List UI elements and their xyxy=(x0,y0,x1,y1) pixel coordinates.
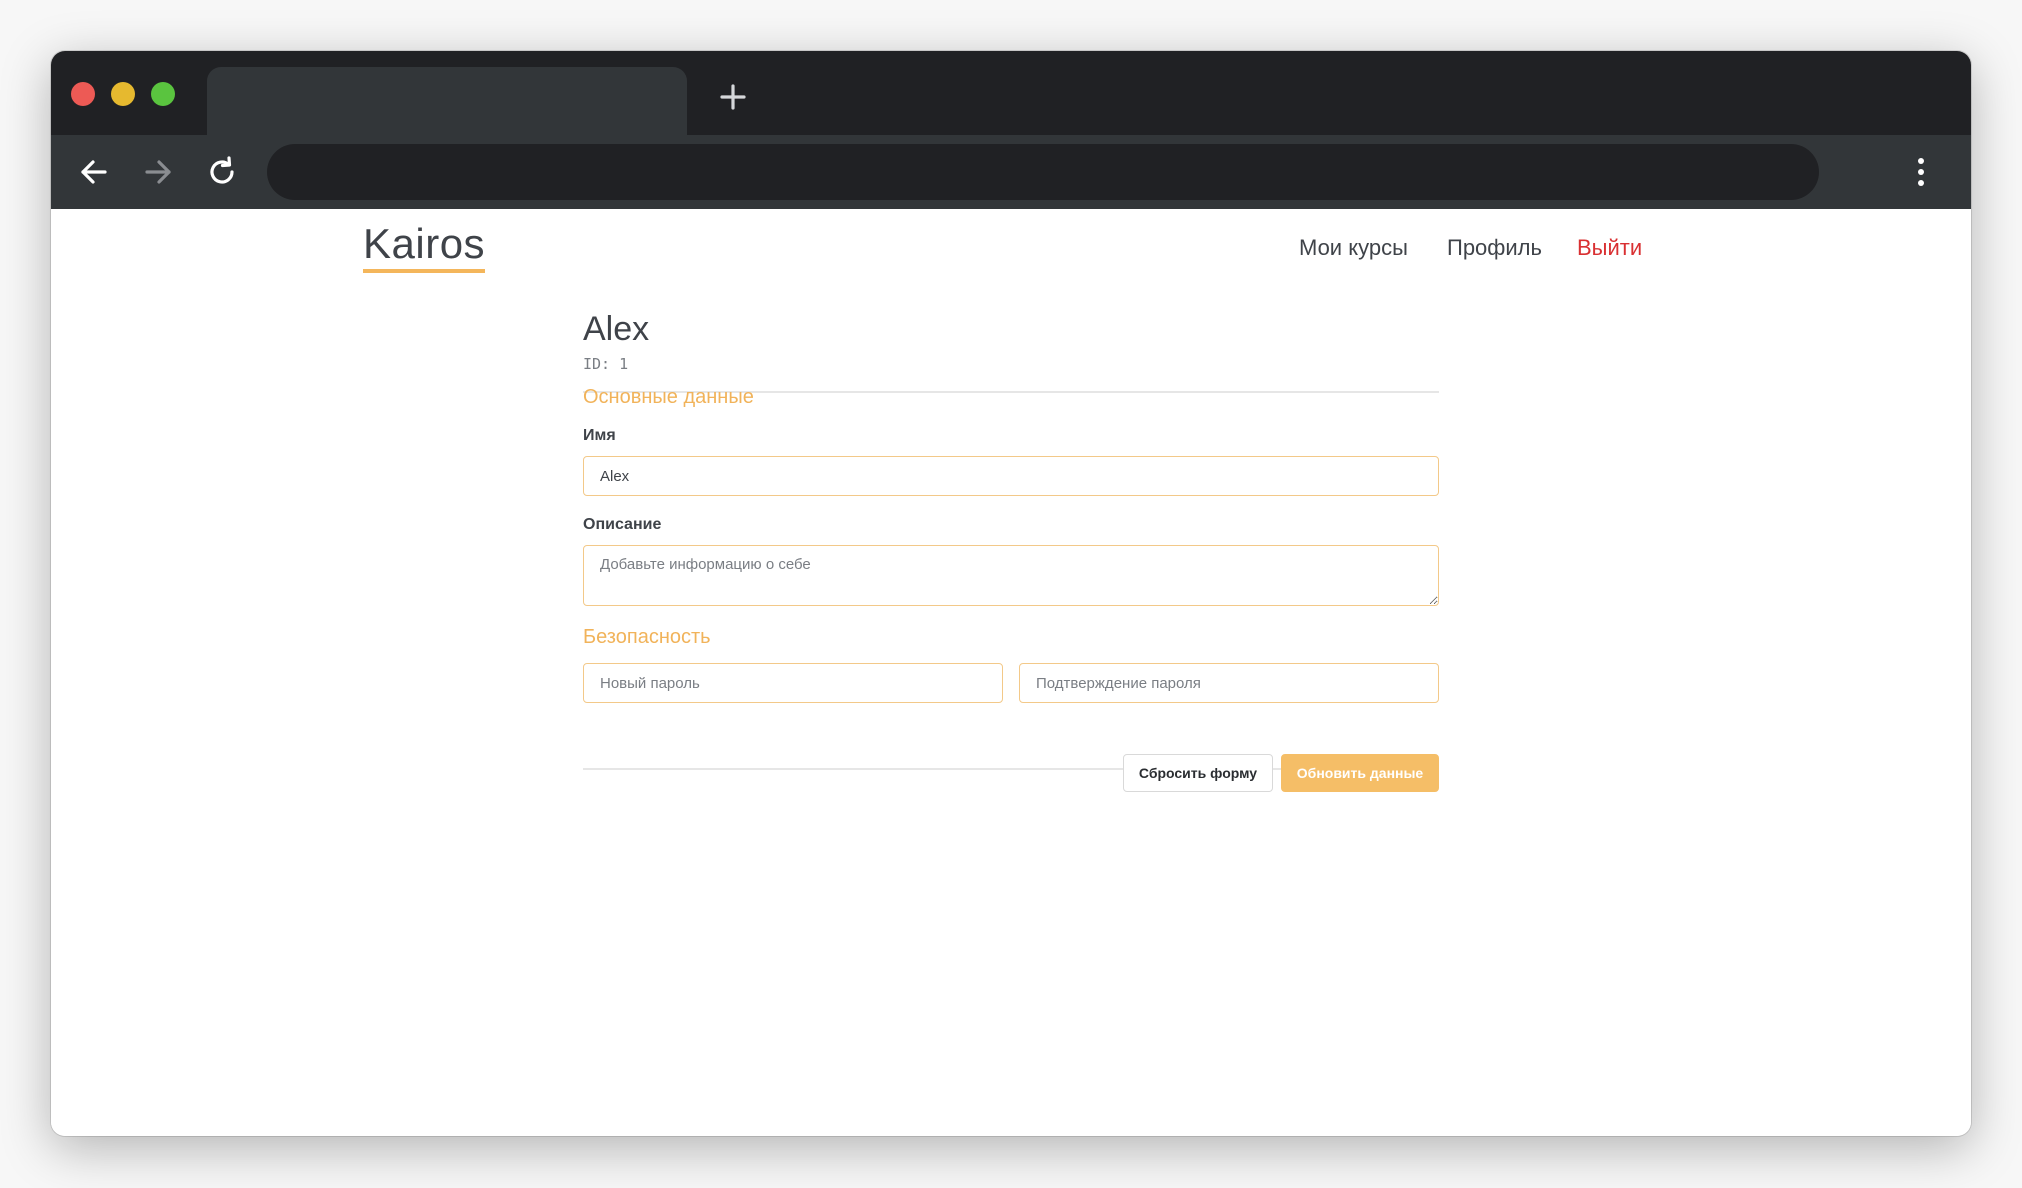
address-bar[interactable] xyxy=(267,144,1819,200)
user-id: ID: 1 xyxy=(583,355,629,373)
nav-my-courses[interactable]: Мои курсы xyxy=(1299,235,1408,261)
arrow-left-icon[interactable] xyxy=(75,153,113,191)
description-textarea[interactable] xyxy=(583,545,1439,606)
maximize-window-button[interactable] xyxy=(151,82,175,106)
browser-toolbar xyxy=(51,135,1971,209)
reset-form-button[interactable]: Сбросить форму xyxy=(1123,754,1273,792)
reload-icon[interactable] xyxy=(203,153,241,191)
kebab-menu-icon[interactable] xyxy=(1911,153,1931,191)
minimize-window-button[interactable] xyxy=(111,82,135,106)
close-window-button[interactable] xyxy=(71,82,95,106)
browser-window: Kairos Мои курсы Профиль Выйти Alex ID: … xyxy=(51,51,1971,1136)
arrow-right-icon[interactable] xyxy=(139,153,177,191)
page-content: Kairos Мои курсы Профиль Выйти Alex ID: … xyxy=(51,209,1971,1136)
browser-tab[interactable] xyxy=(207,67,687,135)
section-title-security: Безопасность xyxy=(583,626,711,648)
tab-bar xyxy=(51,51,1971,135)
description-label: Описание xyxy=(583,516,662,533)
confirm-password-input[interactable] xyxy=(1019,663,1439,703)
plus-icon[interactable] xyxy=(713,77,753,117)
new-password-input[interactable] xyxy=(583,663,1003,703)
site-logo[interactable]: Kairos xyxy=(363,221,486,273)
update-data-button[interactable]: Обновить данные xyxy=(1281,754,1439,792)
section-title-basic: Основные данные xyxy=(583,386,754,408)
page-title: Alex xyxy=(583,310,650,348)
nav-logout[interactable]: Выйти xyxy=(1577,235,1642,261)
nav-profile[interactable]: Профиль xyxy=(1447,235,1542,261)
name-input[interactable] xyxy=(583,456,1439,496)
name-label: Имя xyxy=(583,427,616,444)
